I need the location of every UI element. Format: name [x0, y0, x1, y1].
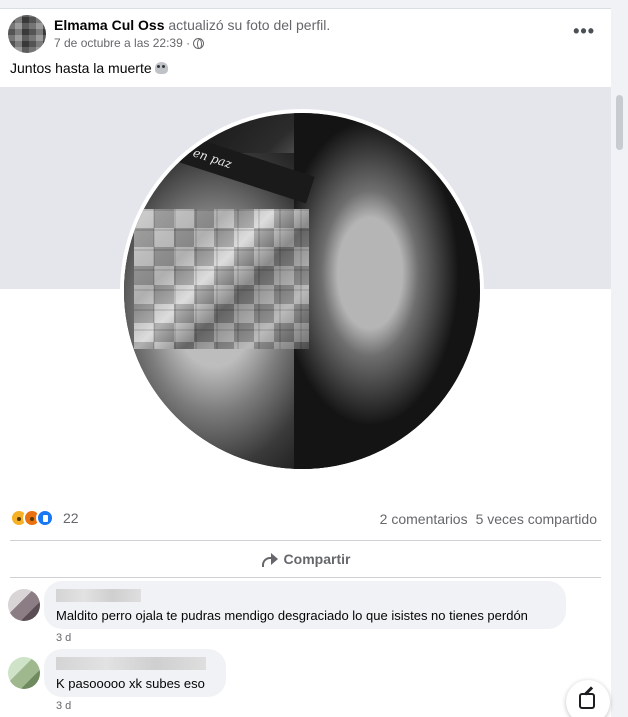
like-reaction-icon	[36, 509, 54, 527]
commenter-name-blurred[interactable]	[56, 589, 141, 602]
skull-icon	[154, 62, 168, 74]
new-message-button[interactable]	[566, 680, 610, 717]
author-name[interactable]: Elmama Cul Oss	[54, 17, 165, 33]
post-text-content: Juntos hasta la muerte	[10, 60, 152, 76]
author-avatar[interactable]	[8, 15, 46, 53]
post-header: Elmama Cul Oss actualizó su foto del per…	[8, 15, 603, 55]
reactions-summary[interactable]: 22	[10, 509, 79, 527]
reaction-count: 22	[63, 510, 79, 526]
scrollbar-track[interactable]	[611, 0, 628, 717]
comment-time[interactable]: 3 d	[56, 632, 71, 644]
post-stats: 22 2 comentarios 5 veces compartido	[0, 503, 611, 533]
comments-count-link[interactable]: 2 comentarios	[380, 511, 468, 527]
divider	[10, 577, 601, 578]
commenter-name-blurred[interactable]	[56, 657, 206, 670]
post-card: Elmama Cul Oss actualizó su foto del per…	[0, 8, 611, 717]
comment-bubble: K pasooooo xk subes eso	[44, 649, 226, 697]
profile-photo-area[interactable]: sa en paz	[0, 87, 611, 495]
engagement-counts: 2 comentarios 5 veces compartido	[380, 511, 597, 527]
pixelated-face-blur	[134, 209, 309, 349]
comment-text: K pasooooo xk subes eso	[56, 676, 205, 691]
post-text: Juntos hasta la muerte	[10, 60, 168, 76]
scrollbar-thumb[interactable]	[616, 95, 623, 150]
post-action-text: actualizó su foto del perfil.	[168, 17, 331, 33]
comment-bubble: Maldito perro ojala te pudras mendigo de…	[44, 581, 566, 629]
comment-text: Maldito perro ojala te pudras mendigo de…	[56, 608, 528, 623]
post-title-line: Elmama Cul Oss actualizó su foto del per…	[54, 17, 330, 33]
share-arrow-icon	[261, 552, 278, 567]
more-options-button[interactable]: •••	[573, 21, 595, 42]
globe-icon	[193, 37, 205, 49]
commenter-avatar[interactable]	[8, 657, 40, 689]
compose-icon	[579, 693, 595, 709]
shares-count-link[interactable]: 5 veces compartido	[476, 511, 597, 527]
photo-woman	[294, 113, 480, 469]
comment-time[interactable]: 3 d	[56, 700, 71, 712]
post-timestamp[interactable]: 7 de octubre a las 22:39 ·	[54, 36, 190, 50]
post-meta: 7 de octubre a las 22:39 ·	[54, 36, 205, 50]
share-button[interactable]: Compartir	[0, 541, 611, 577]
share-label: Compartir	[283, 551, 351, 567]
commenter-avatar[interactable]	[8, 589, 40, 621]
profile-photo[interactable]: sa en paz	[124, 113, 480, 469]
